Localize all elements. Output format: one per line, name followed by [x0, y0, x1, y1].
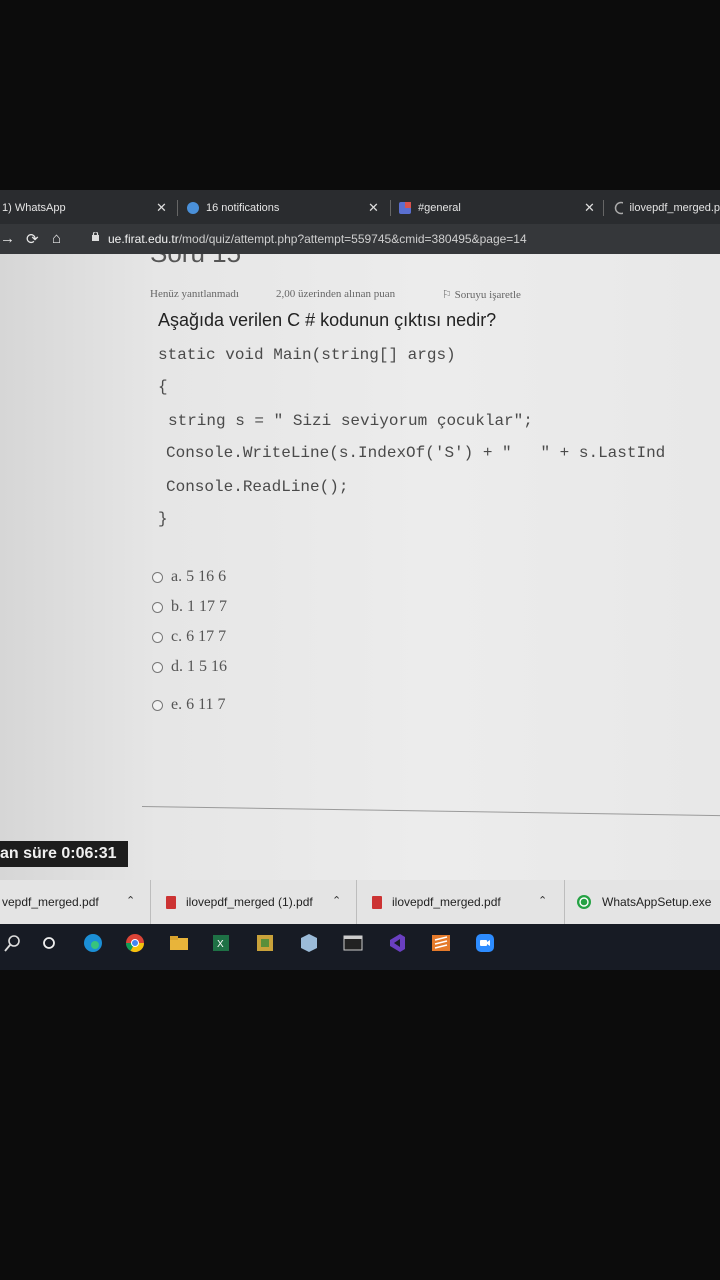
download-label: ilovepdf_merged (1).pdf [186, 895, 313, 909]
code-line: Console.ReadLine(); [166, 478, 349, 496]
monitor-screen: 1) WhatsApp ✕ 16 notifications ✕ #genera… [0, 190, 720, 970]
app-icon[interactable] [254, 932, 276, 954]
search-icon[interactable] [2, 932, 24, 954]
code-line: } [158, 510, 168, 528]
reload-icon[interactable]: ⟳ [26, 230, 39, 248]
excel-icon[interactable]: X [210, 932, 232, 954]
close-icon[interactable]: ✕ [156, 200, 167, 216]
option-label: d. 1 5 16 [171, 658, 227, 675]
close-icon[interactable]: ✕ [368, 200, 379, 216]
file-explorer-icon[interactable] [168, 932, 190, 954]
app-icon [399, 202, 411, 214]
question-text: Aşağıda verilen C # kodunun çıktısı nedi… [158, 310, 497, 330]
close-icon[interactable]: ✕ [584, 200, 595, 216]
radio-button[interactable] [152, 631, 163, 643]
tab-ilovepdf[interactable]: ilovepdf_merged.p [614, 194, 720, 222]
windows-taskbar: X [0, 924, 720, 970]
download-item[interactable]: vepdf_merged.pdf ⌃ [2, 880, 142, 924]
radio-button[interactable] [152, 601, 163, 613]
answer-option[interactable]: b. 1 17 7 [152, 598, 227, 616]
divider [141, 806, 720, 817]
pdf-icon [372, 895, 382, 909]
flag-label: Soruyu işaretle [454, 289, 521, 301]
quiz-timer: an süre 0:06:31 [0, 841, 128, 867]
downloads-bar: vepdf_merged.pdf ⌃ ilovepdf_merged (1).p… [0, 880, 720, 924]
tab-general[interactable]: #general ✕ [398, 194, 598, 222]
box-icon[interactable] [298, 932, 320, 954]
pdf-icon [166, 895, 176, 909]
option-label: a. 5 16 6 [171, 568, 227, 585]
visual-studio-icon[interactable] [386, 932, 408, 954]
download-label: ilovepdf_merged.pdf [392, 895, 501, 909]
edge-icon[interactable] [82, 932, 104, 954]
download-item[interactable]: WhatsAppSetup.exe [576, 880, 720, 924]
url-path: /mod/quiz/attempt.php?attempt=559745&cmi… [178, 232, 527, 246]
home-icon[interactable]: ⌂ [52, 230, 61, 247]
tab-label: 16 notifications [206, 202, 280, 214]
option-label: e. 6 11 7 [171, 696, 226, 713]
forward-icon[interactable]: → [0, 230, 15, 247]
browser-tab-bar: 1) WhatsApp ✕ 16 notifications ✕ #genera… [0, 190, 720, 224]
quiz-page: Soru 15 Henüz yanıtlanmadı 2,00 üzerinde… [0, 254, 720, 880]
answer-option[interactable]: c. 6 17 7 [152, 628, 226, 646]
zoom-icon[interactable] [474, 932, 496, 954]
flag-question-link[interactable]: ⚐ Soruyu işaretle [442, 288, 521, 301]
chevron-up-icon[interactable]: ⌃ [538, 894, 547, 907]
code-line: Console.WriteLine(s.IndexOf('S') + " " +… [166, 444, 666, 462]
chevron-up-icon[interactable]: ⌃ [126, 894, 135, 907]
flag-icon: ⚐ [442, 289, 452, 301]
option-label: c. 6 17 7 [171, 628, 227, 645]
option-label: b. 1 17 7 [171, 598, 227, 615]
tab-label: ilovepdf_merged.p [629, 202, 720, 214]
tab-whatsapp[interactable]: 1) WhatsApp ✕ [2, 194, 172, 222]
lock-icon [92, 232, 99, 241]
chevron-up-icon[interactable]: ⌃ [332, 894, 341, 907]
question-number: Soru 15 [150, 254, 241, 269]
answer-option[interactable]: d. 1 5 16 [152, 658, 227, 676]
tab-label: 1) WhatsApp [2, 202, 66, 214]
url-field[interactable]: ue.firat.edu.tr/mod/quiz/attempt.php?att… [108, 232, 527, 246]
radio-button[interactable] [152, 661, 163, 673]
address-bar: → ⟳ ⌂ ue.firat.edu.tr/mod/quiz/attempt.p… [0, 224, 720, 254]
answer-option[interactable]: a. 5 16 6 [152, 568, 226, 586]
answer-option[interactable]: e. 6 11 7 [152, 696, 226, 714]
whatsapp-icon [577, 895, 591, 909]
svg-text:X: X [217, 939, 224, 950]
sublime-icon[interactable] [430, 932, 452, 954]
code-line: static void Main(string[] args) [158, 346, 456, 364]
terminal-icon[interactable] [342, 932, 364, 954]
answer-status: Henüz yanıtlanmadı [150, 288, 239, 300]
tab-label: #general [418, 202, 461, 214]
task-view-icon[interactable] [38, 932, 60, 954]
download-item[interactable]: ilovepdf_merged (1).pdf ⌃ [166, 880, 356, 924]
chrome-icon[interactable] [124, 932, 146, 954]
tab-notifications[interactable]: 16 notifications ✕ [186, 194, 386, 222]
download-label: WhatsAppSetup.exe [602, 895, 712, 909]
question-points: 2,00 üzerinden alınan puan [276, 288, 396, 300]
radio-button[interactable] [152, 699, 163, 711]
code-line: string s = " Sizi seviyorum çocuklar"; [168, 412, 533, 430]
code-line: { [158, 378, 168, 396]
download-label: vepdf_merged.pdf [2, 895, 99, 909]
download-item[interactable]: ilovepdf_merged.pdf ⌃ [372, 880, 562, 924]
url-host: ue.firat.edu.tr [108, 232, 179, 246]
radio-button[interactable] [152, 571, 163, 583]
globe-icon [187, 202, 199, 214]
globe-icon [614, 201, 624, 215]
